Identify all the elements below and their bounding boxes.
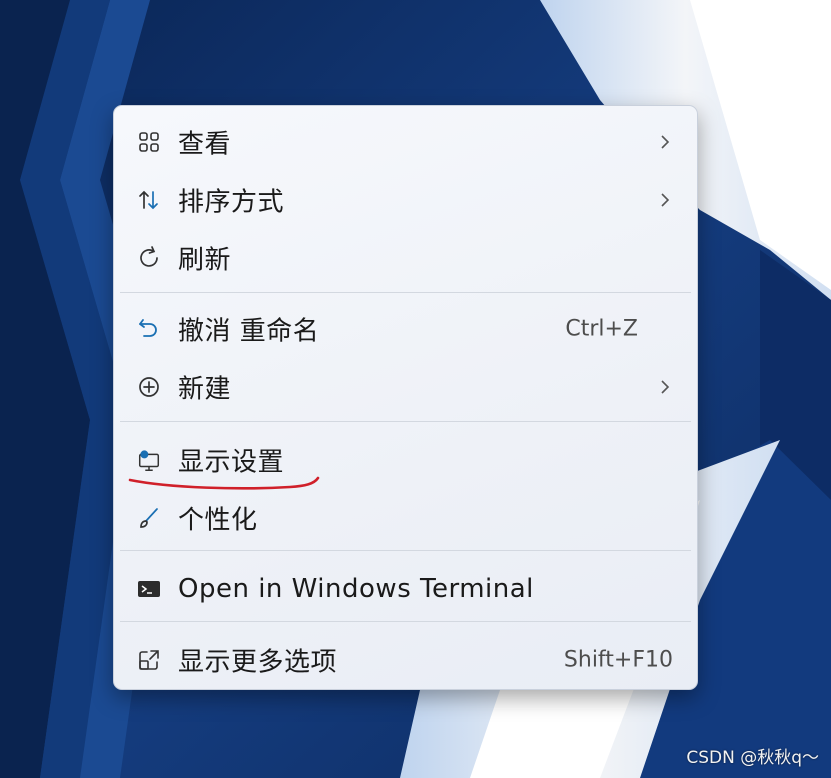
menu-item-personalize[interactable]: 个性化 [118, 493, 693, 543]
menu-item-new[interactable]: 新建 [118, 362, 693, 412]
menu-separator [120, 621, 691, 622]
terminal-icon [136, 576, 162, 602]
shortcut-text: Ctrl+Z [565, 316, 638, 342]
menu-item-label: 新建 [178, 374, 232, 405]
menu-item-label: 个性化 [178, 505, 258, 536]
chevron-right-icon [661, 380, 670, 394]
menu-item-label: Open in Windows Terminal [178, 574, 534, 604]
chevron-right-icon [661, 193, 670, 207]
menu-item-open-terminal[interactable]: Open in Windows Terminal [118, 564, 693, 614]
refresh-icon [136, 245, 162, 271]
shortcut-text: Shift+F10 [563, 647, 673, 673]
menu-item-label: 撤消 重命名 [178, 316, 320, 347]
menu-separator [120, 292, 691, 293]
menu-separator [120, 550, 691, 551]
menu-item-view[interactable]: 查看 [118, 117, 693, 167]
menu-item-display-settings[interactable]: 显示设置 [118, 435, 693, 485]
menu-item-label: 刷新 [178, 245, 232, 276]
undo-icon [136, 316, 162, 342]
sort-icon [136, 187, 162, 213]
menu-item-label: 查看 [178, 129, 232, 160]
chevron-right-icon [661, 135, 670, 149]
menu-item-label: 显示更多选项 [178, 647, 338, 678]
watermark-text: CSDN @秋秋q～ [686, 748, 819, 768]
menu-item-show-more-options[interactable]: 显示更多选项 Shift+F10 [118, 635, 693, 685]
grid-view-icon [136, 129, 162, 155]
more-options-icon [136, 647, 162, 673]
menu-item-sort[interactable]: 排序方式 [118, 175, 693, 225]
new-plus-icon [136, 374, 162, 400]
brush-icon [136, 505, 162, 531]
menu-item-refresh[interactable]: 刷新 [118, 233, 693, 283]
menu-item-label: 显示设置 [178, 447, 285, 478]
menu-item-label: 排序方式 [178, 187, 285, 218]
display-settings-icon [136, 447, 162, 473]
menu-item-undo-rename[interactable]: 撤消 重命名 Ctrl+Z [118, 304, 693, 354]
menu-separator [120, 421, 691, 422]
context-menu: 查看 排序方式 刷新 撤消 重命名 Ctrl+Z 新建 显示设置 个性化 Ope… [113, 105, 698, 690]
